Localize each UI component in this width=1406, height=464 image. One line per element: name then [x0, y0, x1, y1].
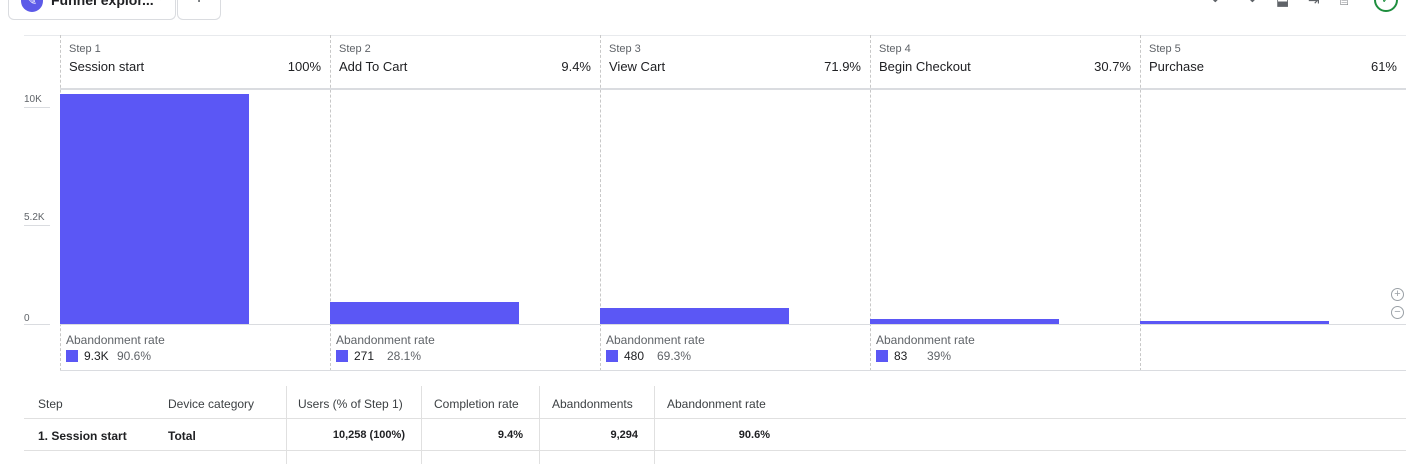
step-percent: 100% — [287, 59, 321, 74]
plot-baseline — [60, 324, 1406, 325]
funnel-chart: 10K 5.2K 0 Step 1 Session start 100% Ste… — [0, 35, 1406, 371]
y-gridline — [24, 225, 50, 226]
step-header-1[interactable]: Step 1 Session start 100% — [60, 35, 330, 88]
step-percent: 9.4% — [561, 59, 591, 74]
funnel-bar-3[interactable] — [600, 308, 789, 324]
column-header-step[interactable]: Step — [38, 397, 63, 411]
abandonment-cell-4[interactable]: Abandonment rate 83 39% — [870, 331, 1140, 367]
column-header-users[interactable]: Users (% of Step 1) — [298, 397, 403, 411]
abandonment-title: Abandonment rate — [876, 333, 975, 347]
y-gridline — [24, 324, 50, 325]
abandonment-title: Abandonment rate — [606, 333, 705, 347]
share-icon[interactable]: ⇥ — [1308, 0, 1324, 8]
abandonment-rate: 69.3% — [657, 349, 692, 363]
column-header-completion-rate[interactable]: Completion rate — [434, 397, 519, 411]
step-name: Purchase — [1149, 59, 1204, 74]
add-tab-button[interactable]: + — [177, 0, 221, 20]
table-cell-completion: 9.4% — [497, 429, 523, 441]
header-separator — [60, 88, 1406, 90]
redo-icon[interactable]: ↷ — [1244, 0, 1260, 8]
abandonment-cell-3[interactable]: Abandonment rate 480 69.3% — [600, 331, 870, 367]
abandonment-count: 271 — [354, 349, 375, 363]
insights-icon[interactable]: ⌸ — [1340, 0, 1356, 8]
funnel-bar-1[interactable] — [60, 94, 249, 324]
download-icon[interactable]: ⬓ — [1276, 0, 1292, 8]
abandonment-title: Abandonment rate — [66, 333, 165, 347]
column-separator — [421, 386, 422, 464]
legend-swatch — [606, 350, 618, 362]
column-separator — [286, 386, 287, 464]
abandonment-title: Abandonment rate — [336, 333, 435, 347]
y-tick-label: 10K — [24, 94, 42, 105]
legend-swatch — [336, 350, 348, 362]
column-separator — [539, 386, 540, 464]
status-check-icon[interactable]: ✓ — [1374, 0, 1398, 12]
step-header-2[interactable]: Step 2 Add To Cart 9.4% — [330, 35, 600, 88]
step-percent: 30.7% — [1094, 59, 1131, 74]
table-cell-abandonment-rate: 90.6% — [738, 429, 770, 441]
step-number: Step 5 — [1149, 43, 1181, 55]
row-divider — [24, 450, 1406, 451]
chevron-down-icon[interactable]: ▼ — [155, 0, 166, 3]
abandonment-rate: 90.6% — [117, 349, 152, 363]
step-name: Add To Cart — [339, 59, 408, 74]
top-bar: ✎ Funnel explor... ▼ + ↶ ↷ ⬓ ⇥ ⌸ ✓ — [0, 0, 1406, 22]
column-separator — [654, 386, 655, 464]
zoom-out-icon[interactable]: − — [1391, 306, 1404, 319]
step-number: Step 4 — [879, 43, 911, 55]
abandonment-rate: 39% — [927, 349, 952, 363]
table-cell-users: 10,258 (100%) — [332, 429, 405, 441]
column-header-abandonment-rate[interactable]: Abandonment rate — [667, 397, 766, 411]
y-tick-label: 5.2K — [24, 212, 45, 223]
exploration-tab[interactable]: ✎ Funnel explor... ▼ — [8, 0, 176, 20]
zoom-in-icon[interactable]: + — [1391, 288, 1404, 301]
table-cell-device: Total — [168, 429, 196, 443]
y-gridline — [24, 107, 50, 108]
step-percent: 71.9% — [824, 59, 861, 74]
chart-bottom-border — [60, 370, 1406, 371]
abandonment-count: 9.3K — [84, 349, 109, 363]
step-name: Session start — [69, 59, 145, 74]
column-header-abandonments[interactable]: Abandonments — [552, 397, 633, 411]
step-name: View Cart — [609, 59, 666, 74]
step-percent: 61% — [1370, 59, 1397, 74]
legend-swatch — [66, 350, 78, 362]
abandonment-count: 480 — [624, 349, 645, 363]
abandonment-count: 83 — [894, 349, 908, 363]
step-number: Step 2 — [339, 43, 371, 55]
undo-icon[interactable]: ↶ — [1212, 0, 1228, 8]
abandonment-cell-2[interactable]: Abandonment rate 271 28.1% — [330, 331, 600, 367]
legend-swatch — [876, 350, 888, 362]
column-header-device-category[interactable]: Device category — [168, 397, 254, 411]
y-tick-label: 0 — [24, 313, 30, 324]
tab-label: Funnel explor... — [51, 0, 154, 8]
step-number: Step 1 — [69, 43, 101, 55]
header-divider — [24, 418, 1406, 419]
funnel-pen-icon: ✎ — [21, 0, 43, 12]
step-header-5[interactable]: Step 5 Purchase 61% — [1140, 35, 1406, 88]
step-number: Step 3 — [609, 43, 641, 55]
step-header-4[interactable]: Step 4 Begin Checkout 30.7% — [870, 35, 1140, 88]
step-name: Begin Checkout — [879, 59, 971, 74]
abandonment-rate: 28.1% — [387, 349, 422, 363]
funnel-bar-2[interactable] — [330, 302, 519, 324]
table-cell-abandonments: 9,294 — [610, 429, 638, 441]
step-header-3[interactable]: Step 3 View Cart 71.9% — [600, 35, 870, 88]
table-cell-step: 1. Session start — [38, 429, 127, 443]
abandonment-cell-1[interactable]: Abandonment rate 9.3K 90.6% — [60, 331, 330, 367]
